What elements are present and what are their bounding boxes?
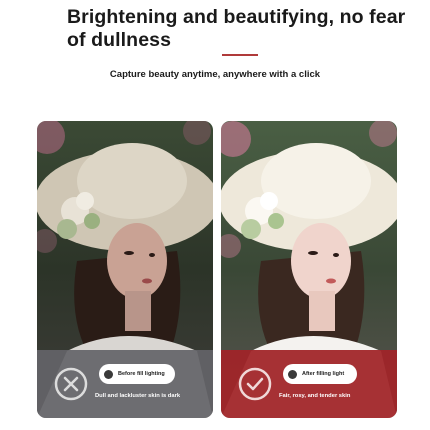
accent-divider [222, 54, 258, 56]
before-panel: Before fill lighting Dull and lackluster… [37, 121, 213, 418]
before-label-pill: Before fill lighting [99, 364, 175, 384]
pill-dot-icon [104, 369, 113, 379]
before-caption-bar: Before fill lighting Dull and lackluster… [37, 350, 213, 418]
pill-dot-icon [288, 369, 297, 379]
after-caption: Fair, rosy, and tender skin [279, 393, 351, 399]
before-caption: Dull and lackluster skin is dark [95, 393, 181, 399]
after-label: After filling light [302, 371, 345, 377]
check-circle-icon [238, 367, 272, 401]
cross-circle-icon [54, 367, 88, 401]
headline: Brightening and beautifying, no fear of … [67, 6, 406, 51]
after-caption-bar: After filling light Fair, rosy, and tend… [221, 350, 397, 418]
after-label-pill: After filling light [283, 364, 357, 384]
before-label: Before fill lighting [118, 371, 165, 377]
subtitle: Capture beauty anytime, anywhere with a … [109, 69, 321, 80]
after-panel: After filling light Fair, rosy, and tend… [221, 121, 397, 418]
